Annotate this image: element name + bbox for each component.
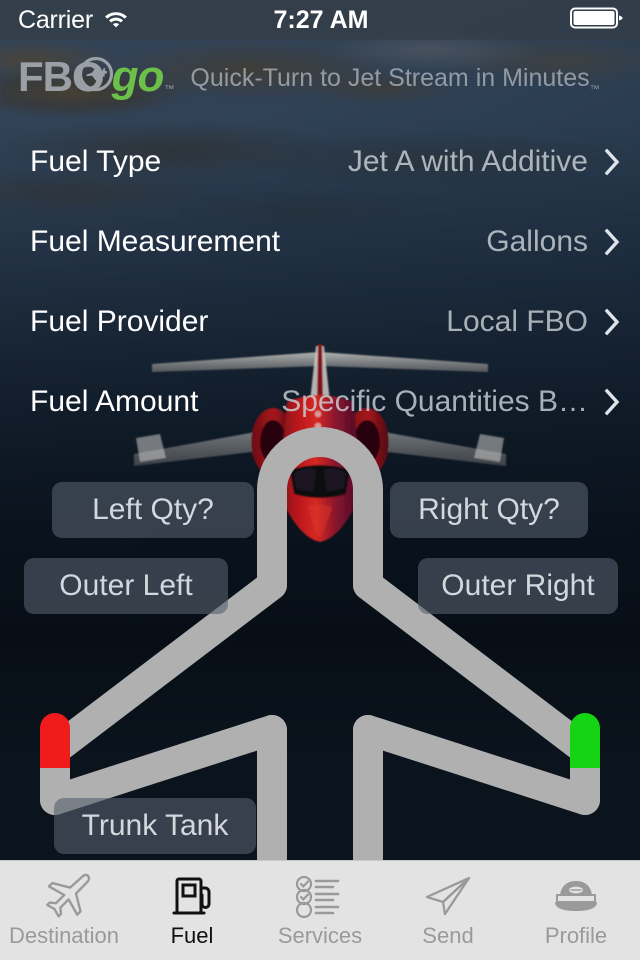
pilot-cap-icon	[549, 873, 603, 919]
status-bar-left: Carrier	[0, 6, 274, 35]
branding-header: FBO go ™ Quick-Turn to Jet Stream in Min…	[18, 51, 630, 101]
status-bar: Carrier 7:27 AM	[0, 0, 640, 40]
row-fuel-measurement-label: Fuel Measurement	[30, 225, 281, 258]
airplane-icon	[37, 873, 91, 919]
row-fuel-measurement[interactable]: Fuel Measurement Gallons	[0, 202, 640, 282]
tagline-text: Quick-Turn to Jet Stream in Minutes	[190, 64, 590, 92]
tab-profile[interactable]: Profile	[512, 861, 640, 960]
tab-destination-label: Destination	[8, 923, 120, 948]
status-bar-right	[368, 5, 640, 36]
tab-profile-label: Profile	[544, 923, 608, 948]
fuel-pump-icon	[165, 873, 219, 919]
logo-trademark: ™	[164, 84, 175, 95]
checklist-icon	[293, 873, 347, 919]
tab-services-label: Services	[277, 923, 363, 948]
left-nav-light-cap	[40, 713, 70, 768]
fbogo-logo: FBO go ™	[18, 51, 175, 101]
app-screen: Carrier 7:27 AM FBO go ™ Quick-Turn to J…	[0, 0, 640, 960]
tab-bar: Destination Fuel Services Send Profile	[0, 860, 640, 960]
chevron-right-icon	[604, 147, 622, 177]
logo-go-text: go	[111, 51, 165, 101]
right-nav-light-cap	[570, 713, 600, 768]
tagline-trademark: ™	[589, 84, 600, 95]
fuselage-outline	[257, 427, 383, 600]
row-fuel-measurement-value: Gallons	[486, 225, 588, 258]
tab-send[interactable]: Send	[384, 861, 512, 960]
tab-fuel[interactable]: Fuel	[128, 861, 256, 960]
tank-button-left-qty[interactable]: Left Qty?	[52, 482, 254, 538]
tab-fuel-label: Fuel	[170, 923, 214, 948]
wifi-icon	[103, 8, 129, 33]
row-fuel-type-value: Jet A with Additive	[347, 145, 588, 178]
row-fuel-type-label: Fuel Type	[30, 145, 162, 178]
row-fuel-type[interactable]: Fuel Type Jet A with Additive	[0, 122, 640, 202]
tab-services[interactable]: Services	[256, 861, 384, 960]
tagline: Quick-Turn to Jet Stream in Minutes™	[190, 64, 599, 95]
airplane-circle-icon	[78, 56, 114, 97]
battery-full-icon	[570, 5, 624, 36]
tank-button-outer-right[interactable]: Outer Right	[418, 558, 618, 614]
chevron-right-icon	[604, 227, 622, 257]
tab-send-label: Send	[422, 923, 474, 948]
tab-destination[interactable]: Destination	[0, 861, 128, 960]
tank-button-outer-left[interactable]: Outer Left	[24, 558, 228, 614]
carrier-label: Carrier	[18, 5, 93, 34]
status-bar-time: 7:27 AM	[273, 5, 369, 34]
tank-button-trunk-tank[interactable]: Trunk Tank	[54, 798, 256, 854]
paper-plane-icon	[421, 873, 475, 919]
tank-button-right-qty[interactable]: Right Qty?	[390, 482, 588, 538]
